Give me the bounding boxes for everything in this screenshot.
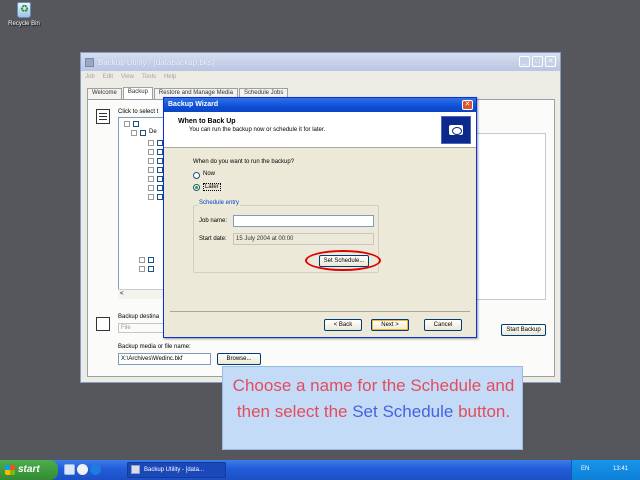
destination-icon	[96, 317, 110, 331]
tree-expander[interactable]	[148, 158, 154, 164]
tree-expander[interactable]	[148, 149, 154, 155]
instruction-text: Choose a name for the Schedule and then …	[227, 373, 520, 425]
wizard-close-button[interactable]: ✕	[462, 100, 473, 110]
clock[interactable]: 13:41	[613, 466, 628, 472]
tree-node-label: De	[149, 129, 157, 135]
taskbar-backup-utility[interactable]: Backup Utility - [data...	[127, 462, 226, 478]
job-name-input[interactable]	[233, 215, 374, 227]
main-window-title: Backup Utility - [databackup.bks]	[98, 57, 215, 67]
tree-checkbox[interactable]	[148, 266, 154, 272]
menu-view[interactable]: View	[121, 74, 134, 80]
tree-expander[interactable]	[148, 194, 154, 200]
browse-button[interactable]: Browse...	[217, 353, 261, 365]
wizard-separator	[170, 311, 470, 312]
minimize-button[interactable]: _	[519, 56, 530, 67]
when-question: When do you want to run the backup?	[193, 159, 295, 165]
start-date-label: Start date:	[199, 236, 227, 242]
close-button[interactable]: ✕	[545, 56, 556, 67]
internet-explorer-icon[interactable]	[90, 464, 101, 475]
tree-expander[interactable]	[148, 140, 154, 146]
tree-checkbox[interactable]	[133, 121, 139, 127]
recycle-bin-icon	[17, 2, 31, 18]
schedule-entry-label: Schedule entry	[198, 200, 241, 206]
recycle-bin[interactable]: Recycle Bin	[4, 2, 44, 34]
wizard-subheading: You can run the backup now or schedule i…	[189, 127, 326, 133]
file-tree[interactable]: De	[118, 117, 168, 299]
app-icon	[85, 57, 94, 67]
menu-job[interactable]: Job	[85, 74, 95, 80]
radio-later-label[interactable]: Later	[203, 183, 221, 191]
tree-expander[interactable]	[148, 185, 154, 191]
windows-logo-icon	[5, 465, 15, 475]
main-titlebar[interactable]: Backup Utility - [databackup.bks]	[81, 53, 560, 71]
backup-media-label: Backup media or file name:	[118, 344, 191, 350]
menu-help[interactable]: Help	[164, 74, 176, 80]
wizard-heading: When to Back Up	[178, 118, 236, 125]
click-to-select-label: Click to select t	[118, 109, 159, 115]
wizard-header: When to Back Up You can run the backup n…	[164, 112, 476, 148]
tree-expander[interactable]	[148, 176, 154, 182]
tree-expander[interactable]	[148, 167, 154, 173]
file-list-panel[interactable]	[466, 133, 546, 300]
show-desktop-icon[interactable]	[64, 464, 75, 475]
tree-horizontal-scrollbar[interactable]: <	[118, 289, 168, 299]
media-player-icon[interactable]	[77, 464, 88, 475]
tree-checkbox[interactable]	[140, 130, 146, 136]
backup-wizard-icon	[441, 116, 471, 144]
job-name-label: Job name:	[199, 218, 228, 224]
tree-expander[interactable]	[139, 257, 145, 263]
start-backup-button[interactable]: Start Backup	[501, 324, 546, 336]
radio-now[interactable]	[193, 172, 200, 179]
back-button[interactable]: < Back	[324, 319, 362, 331]
instruction-callout: Choose a name for the Schedule and then …	[222, 366, 523, 450]
backup-destination-label: Backup destina	[118, 314, 160, 320]
instruction-part2: button.	[453, 402, 511, 421]
highlight-ring	[305, 250, 381, 271]
maximize-button[interactable]: □	[532, 56, 543, 67]
backup-destination-select[interactable]: File	[118, 323, 164, 333]
instruction-highlight: Set Schedule	[352, 402, 454, 421]
tab-welcome[interactable]: Welcome	[87, 88, 122, 99]
menu-edit[interactable]: Edit	[103, 74, 113, 80]
tree-expander[interactable]	[139, 266, 145, 272]
backup-wizard-dialog: Backup Wizard ✕ When to Back Up You can …	[163, 97, 477, 338]
backup-app-icon	[131, 465, 140, 474]
wizard-titlebar[interactable]: Backup Wizard	[164, 98, 476, 112]
recycle-bin-label: Recycle Bin	[8, 21, 40, 27]
tree-expander[interactable]	[124, 121, 130, 127]
language-indicator[interactable]: EN	[581, 466, 589, 472]
radio-now-label[interactable]: Now	[203, 171, 215, 177]
menubar: Job Edit View Tools Help	[81, 71, 560, 83]
tree-expander[interactable]	[131, 130, 137, 136]
backup-media-input[interactable]: X:\Archives\Wedinc.bkf	[118, 353, 211, 365]
instructions-icon	[96, 109, 110, 124]
menu-tools[interactable]: Tools	[142, 74, 156, 80]
radio-later[interactable]	[193, 184, 200, 191]
cancel-button[interactable]: Cancel	[424, 319, 462, 331]
start-date-field: 15 July 2004 at 00:00	[233, 233, 374, 245]
tree-checkbox[interactable]	[148, 257, 154, 263]
next-button[interactable]: Next >	[371, 319, 409, 331]
tab-backup[interactable]: Backup	[122, 87, 153, 99]
